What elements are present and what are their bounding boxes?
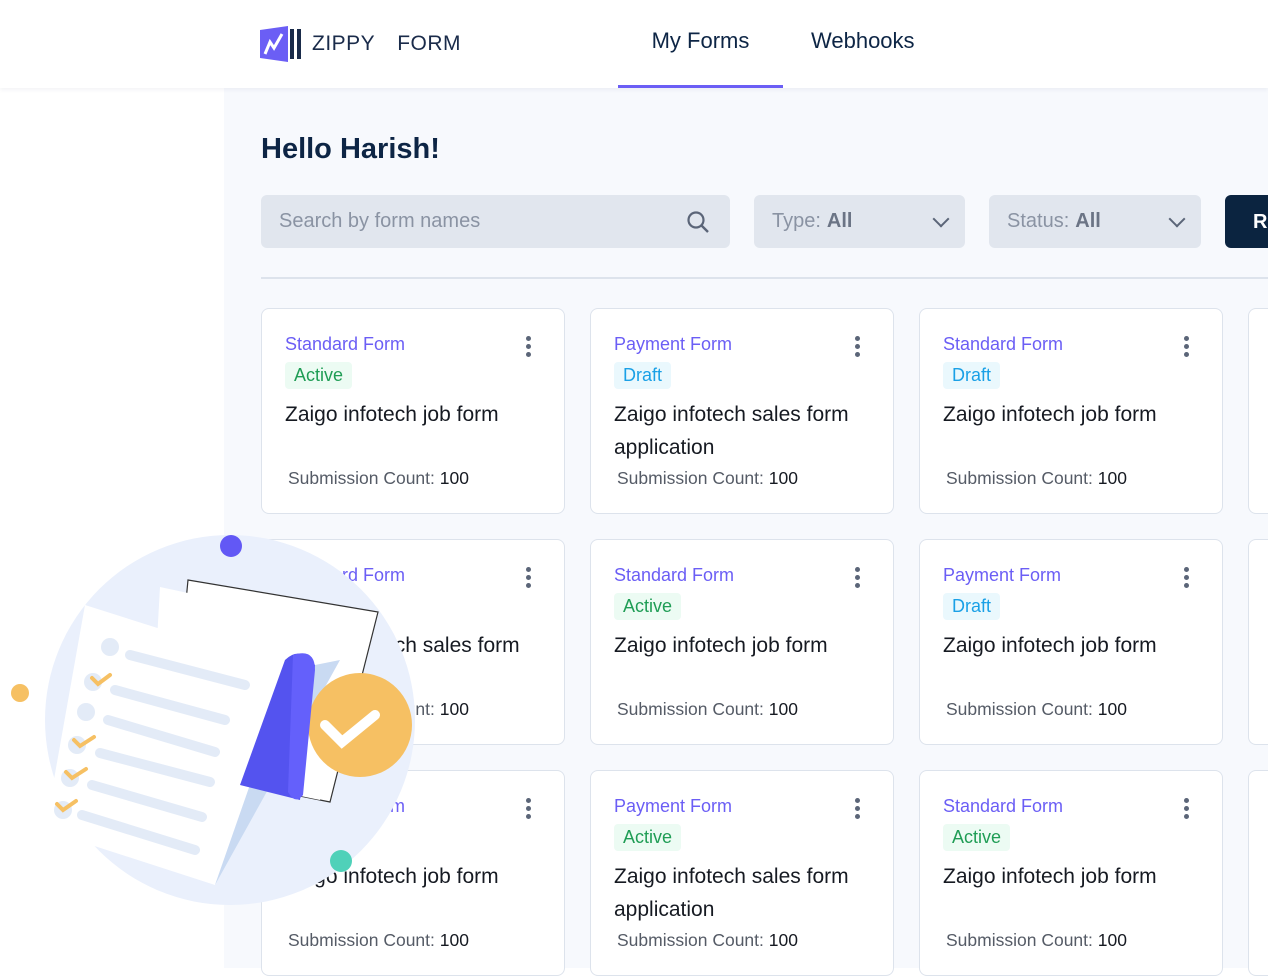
submission-count-value: 100 — [1097, 930, 1127, 950]
form-card[interactable]: Payment Form Active Zaigo infotech sales… — [590, 770, 894, 976]
tab-webhooks[interactable]: Webhooks — [811, 28, 915, 54]
status-badge: Active — [943, 824, 1011, 851]
form-name[interactable]: Zaigo infotech job form — [285, 398, 545, 431]
submission-count-value: 100 — [768, 930, 798, 950]
submission-count-label: Submission Count: — [617, 930, 764, 950]
more-options-icon[interactable] — [1184, 336, 1190, 357]
more-options-icon[interactable] — [526, 798, 532, 819]
logo-word-zippy: ZIPPY — [312, 32, 376, 55]
logo-icon — [260, 26, 301, 62]
form-card[interactable]: Standard Form Active Zaigo infotech job … — [919, 770, 1223, 976]
form-name[interactable]: Zaigo infotech job form — [614, 629, 874, 662]
submission-count-label: Submission Count: — [946, 699, 1093, 719]
status-badge: Draft — [943, 362, 1001, 389]
more-options-icon[interactable] — [526, 336, 532, 357]
submission-count-value: 100 — [768, 699, 798, 719]
type-filter-dropdown[interactable]: Type: All — [754, 195, 965, 248]
form-card[interactable]: Standard Form Draft Zaigo infotech job f… — [919, 308, 1223, 514]
more-options-icon[interactable] — [1184, 567, 1190, 588]
chevron-down-icon — [1168, 210, 1186, 228]
submission-count-label: Submission Count: — [617, 699, 764, 719]
form-name[interactable]: Zaigo infotech sales form application — [614, 860, 874, 926]
status-badge: Draft — [285, 824, 343, 851]
submission-count: Submission Count: 100 — [946, 930, 1127, 951]
submission-count-label: Submission Count: — [946, 468, 1093, 488]
submission-count-label: Submission Count: — [946, 930, 1093, 950]
form-card[interactable]: Standard Form Draft Zaigo infotech job f… — [261, 770, 565, 976]
tab-my-forms[interactable]: My Forms — [618, 28, 783, 88]
form-type: Payment Form — [943, 565, 1062, 585]
chevron-down-icon — [932, 210, 950, 228]
submission-count: Submission Count: 100 — [288, 930, 469, 951]
status-badge: Active — [614, 824, 682, 851]
form-card-partial[interactable] — [1248, 539, 1268, 745]
form-card-partial[interactable] — [1248, 770, 1268, 976]
submission-count: Submission Count: 100 — [288, 699, 469, 720]
submission-count-value: 100 — [439, 930, 469, 950]
form-card[interactable]: Payment Form Draft Zaigo infotech job fo… — [919, 539, 1223, 745]
top-nav: ZIPPY FORM My Forms Webhooks — [0, 0, 1268, 88]
status-filter-label: Status: — [1007, 210, 1070, 232]
more-options-icon[interactable] — [855, 567, 861, 588]
form-name[interactable]: Zaigo infotech job form — [285, 860, 545, 893]
status-badge: Draft — [614, 362, 672, 389]
primary-action-button[interactable]: R — [1225, 195, 1268, 248]
submission-count: Submission Count: 100 — [617, 699, 798, 720]
form-card[interactable]: Standard Form Active Zaigo infotech sale… — [261, 539, 565, 745]
status-badge: Active — [614, 593, 682, 620]
more-options-icon[interactable] — [526, 567, 532, 588]
submission-count-value: 100 — [1097, 699, 1127, 719]
page-title: Hello Harish! — [261, 133, 440, 165]
more-options-icon[interactable] — [855, 336, 861, 357]
form-card-partial[interactable] — [1248, 308, 1268, 514]
submission-count-value: 100 — [1097, 468, 1127, 488]
form-type: Standard Form — [943, 796, 1064, 816]
form-card[interactable]: Payment Form Draft Zaigo infotech sales … — [590, 308, 894, 514]
type-filter-label: Type: — [772, 210, 821, 232]
form-type: Standard Form — [285, 796, 406, 816]
submission-count-label: Submission Count: — [288, 468, 435, 488]
submission-count-value: 100 — [768, 468, 798, 488]
type-filter-value: All — [826, 210, 853, 232]
more-options-icon[interactable] — [1184, 798, 1190, 819]
form-type: Standard Form — [285, 565, 406, 585]
form-type: Standard Form — [614, 565, 735, 585]
status-filter-value: All — [1075, 210, 1101, 232]
submission-count-label: Submission Count: — [617, 468, 764, 488]
submission-count: Submission Count: 100 — [288, 468, 469, 489]
status-badge: Draft — [943, 593, 1001, 620]
submission-count: Submission Count: 100 — [946, 699, 1127, 720]
submission-count: Submission Count: 100 — [946, 468, 1127, 489]
status-badge: Active — [285, 362, 353, 389]
status-badge: Active — [285, 593, 353, 620]
submission-count-value: 100 — [439, 468, 469, 488]
search-placeholder: Search by form names — [279, 210, 481, 232]
search-icon[interactable] — [686, 210, 710, 234]
form-type: Standard Form — [943, 334, 1064, 354]
submission-count-label: Submission Count: — [288, 930, 435, 950]
submission-count-label: Submission Count: — [288, 699, 435, 719]
submission-count: Submission Count: 100 — [617, 468, 798, 489]
form-name[interactable]: Zaigo infotech sales form application — [614, 398, 874, 464]
form-name[interactable]: Zaigo infotech job form — [943, 629, 1203, 662]
form-type: Payment Form — [614, 334, 733, 354]
form-name[interactable]: Zaigo infotech job form — [943, 860, 1203, 893]
submission-count: Submission Count: 100 — [617, 930, 798, 951]
submission-count-value: 100 — [439, 699, 469, 719]
more-options-icon[interactable] — [855, 798, 861, 819]
form-type: Payment Form — [614, 796, 733, 816]
status-filter-dropdown[interactable]: Status: All — [989, 195, 1201, 248]
logo-word-form: FORM — [397, 32, 462, 55]
form-card[interactable]: Standard Form Active Zaigo infotech job … — [590, 539, 894, 745]
search-input[interactable]: Search by form names — [261, 195, 730, 248]
form-card[interactable]: Standard Form Active Zaigo infotech job … — [261, 308, 565, 514]
divider — [261, 277, 1268, 279]
logo[interactable]: ZIPPY FORM — [260, 26, 461, 62]
form-type: Standard Form — [285, 334, 406, 354]
form-name[interactable]: Zaigo infotech sales form application 2 — [285, 629, 545, 695]
form-name[interactable]: Zaigo infotech job form — [943, 398, 1203, 431]
